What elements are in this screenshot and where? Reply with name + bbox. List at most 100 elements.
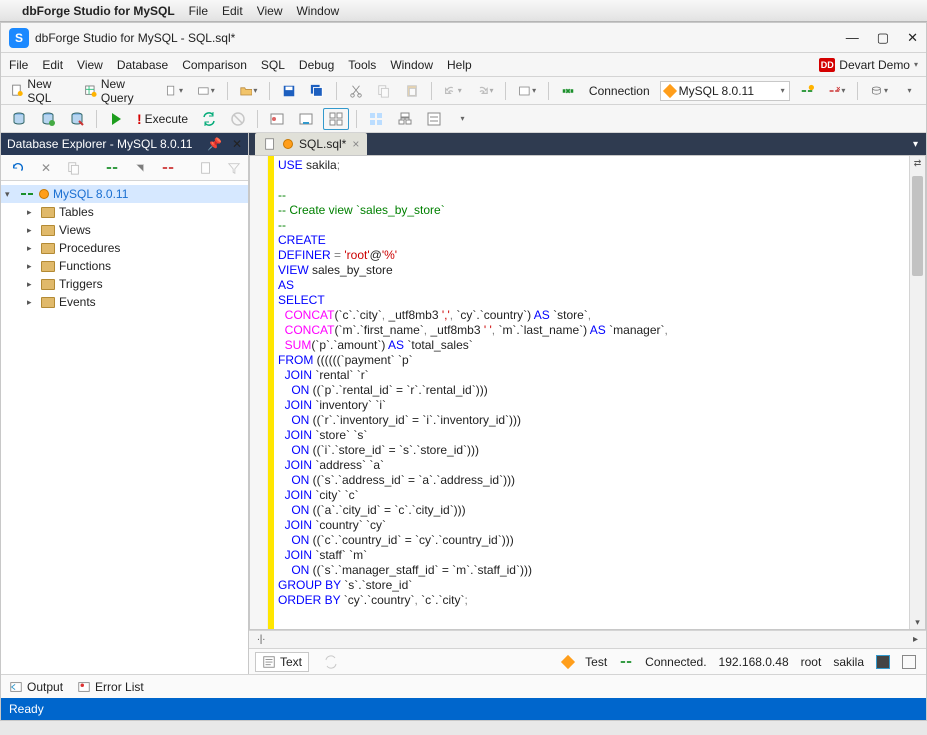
mac-menu-edit[interactable]: Edit — [222, 4, 243, 18]
run-button[interactable] — [104, 108, 128, 130]
error-list-tab[interactable]: Error List — [77, 680, 144, 694]
ed-btn-3[interactable] — [323, 108, 349, 130]
overflow-button[interactable]: ▾ — [898, 80, 920, 102]
mac-menu-window[interactable]: Window — [296, 4, 339, 18]
delete-button[interactable]: ✕ — [35, 157, 57, 179]
ed-btn-2[interactable] — [294, 108, 318, 130]
text-icon — [262, 655, 276, 669]
menu-debug[interactable]: Debug — [299, 58, 334, 72]
tool-dropdown-button[interactable]: ▾ — [193, 80, 219, 102]
disconnect-button[interactable]: ▾ — [824, 80, 850, 102]
connection-select[interactable]: MySQL 8.0.11 ▾ — [660, 81, 790, 101]
filter-button[interactable] — [223, 157, 245, 179]
database-tree[interactable]: ▾MySQL 8.0.11 ▸Tables ▸Views ▸Procedures… — [1, 181, 248, 674]
qb-btn-2[interactable] — [393, 108, 417, 130]
copy2-button[interactable] — [63, 157, 85, 179]
explorer-toolbar: ✕ ▾ — [1, 155, 248, 181]
scroll-thumb[interactable] — [912, 176, 923, 276]
panel-close-icon[interactable]: ✕ — [232, 137, 242, 151]
menu-window[interactable]: Window — [390, 58, 433, 72]
document-tab[interactable]: SQL.sql* × — [255, 133, 367, 155]
new-sql-button[interactable]: New SQL — [7, 80, 74, 102]
editor-area: SQL.sql* × ▾ USE sakila; -- -- Create vi… — [249, 133, 926, 674]
db-btn-3[interactable] — [65, 108, 89, 130]
refresh-button[interactable] — [7, 157, 29, 179]
code-content[interactable]: USE sakila; -- -- Create view `sales_by_… — [274, 156, 909, 629]
open-button[interactable]: ▾ — [236, 80, 262, 102]
conn-act-1[interactable] — [101, 157, 123, 179]
document-dropdown-button[interactable]: ▾ — [161, 80, 187, 102]
title-bar: S dbForge Studio for MySQL - SQL.sql* — … — [1, 23, 926, 53]
cut-button[interactable] — [345, 80, 367, 102]
main-toolbar: New SQL New Query ▾ ▾ ▾ ▾ ▾ ▾ Connection… — [1, 77, 926, 105]
fold-gutter[interactable] — [250, 156, 268, 629]
save-button[interactable] — [278, 80, 300, 102]
new-connection-button[interactable] — [796, 80, 818, 102]
sync-view-button[interactable] — [319, 651, 343, 673]
tree-node-events[interactable]: ▸Events — [1, 293, 248, 311]
pin-icon[interactable]: 📌 — [207, 137, 222, 151]
qb-btn-3[interactable] — [422, 108, 446, 130]
db-btn-2[interactable] — [36, 108, 60, 130]
tree-node-views[interactable]: ▸Views — [1, 221, 248, 239]
save-all-button[interactable] — [306, 80, 328, 102]
sync-button[interactable] — [197, 108, 221, 130]
conn-act-2[interactable] — [129, 157, 151, 179]
ed-btn-1[interactable] — [265, 108, 289, 130]
account-dropdown[interactable]: DD Devart Demo ▾ — [819, 58, 918, 72]
account-name: Devart Demo — [839, 58, 910, 72]
menu-database[interactable]: Database — [117, 58, 168, 72]
menu-comparison[interactable]: Comparison — [182, 58, 247, 72]
menu-sql[interactable]: SQL — [261, 58, 285, 72]
execute-button[interactable]: !Execute — [133, 108, 192, 130]
scroll-right-icon[interactable]: ▸ — [909, 634, 922, 645]
new-query-button[interactable]: New Query — [80, 80, 155, 102]
conn-act-3[interactable] — [157, 157, 179, 179]
redo-button[interactable]: ▾ — [472, 80, 498, 102]
scroll-down-icon[interactable]: ▾ — [910, 615, 925, 629]
tree-node-procedures[interactable]: ▸Procedures — [1, 239, 248, 257]
text-view-button[interactable]: Text — [255, 652, 309, 672]
document-tab-bar: SQL.sql* × ▾ — [249, 133, 926, 155]
menu-file[interactable]: File — [9, 58, 28, 72]
menu-tools[interactable]: Tools — [348, 58, 376, 72]
folder-icon — [41, 243, 55, 254]
db-btn-1[interactable] — [7, 108, 31, 130]
view-mode-1-button[interactable] — [876, 655, 890, 669]
scroll-left-icon[interactable]: ∙|∙ — [253, 634, 269, 645]
scroll-split-icon[interactable]: ⇄ — [910, 156, 925, 170]
copy-button[interactable] — [373, 80, 395, 102]
menu-view[interactable]: View — [77, 58, 103, 72]
script-button[interactable] — [195, 157, 217, 179]
undo-button[interactable]: ▾ — [440, 80, 466, 102]
tree-node-tables[interactable]: ▸Tables — [1, 203, 248, 221]
paste-button[interactable] — [401, 80, 423, 102]
menu-help[interactable]: Help — [447, 58, 472, 72]
mac-menu-file[interactable]: File — [189, 4, 208, 18]
workspace: Database Explorer - MySQL 8.0.11 📌 ✕ ✕ ▾ — [1, 133, 926, 674]
qb-btn-1[interactable] — [364, 108, 388, 130]
maximize-icon[interactable]: ▢ — [877, 30, 889, 46]
server-node[interactable]: ▾MySQL 8.0.11 — [1, 185, 248, 203]
horizontal-scrollbar[interactable]: ∙|∙ ▸ — [249, 630, 926, 648]
output-tab[interactable]: Output — [9, 680, 63, 694]
status-connected: Connected. — [645, 655, 706, 669]
mac-menu-view[interactable]: View — [257, 4, 283, 18]
close-icon[interactable]: ✕ — [907, 30, 918, 46]
nav-dropdown-button[interactable]: ▾ — [514, 80, 540, 102]
minimize-icon[interactable]: — — [846, 30, 859, 46]
tab-overflow-icon[interactable]: ▾ — [913, 139, 926, 150]
search-button[interactable]: ▾ — [866, 80, 892, 102]
tab-close-icon[interactable]: × — [352, 137, 359, 151]
folder-icon — [41, 261, 55, 272]
vertical-scrollbar[interactable]: ⇄ ▾ — [909, 156, 925, 629]
menu-edit[interactable]: Edit — [42, 58, 63, 72]
stop-button[interactable] — [226, 108, 250, 130]
bottom-tool-bar: Output Error List — [1, 674, 926, 698]
sql-editor[interactable]: USE sakila; -- -- Create view `sales_by_… — [249, 155, 926, 630]
tree-node-triggers[interactable]: ▸Triggers — [1, 275, 248, 293]
tree-node-functions[interactable]: ▸Functions — [1, 257, 248, 275]
diamond-icon — [283, 139, 293, 149]
toolbar2-overflow[interactable]: ▾ — [451, 108, 473, 130]
view-mode-2-button[interactable] — [902, 655, 916, 669]
